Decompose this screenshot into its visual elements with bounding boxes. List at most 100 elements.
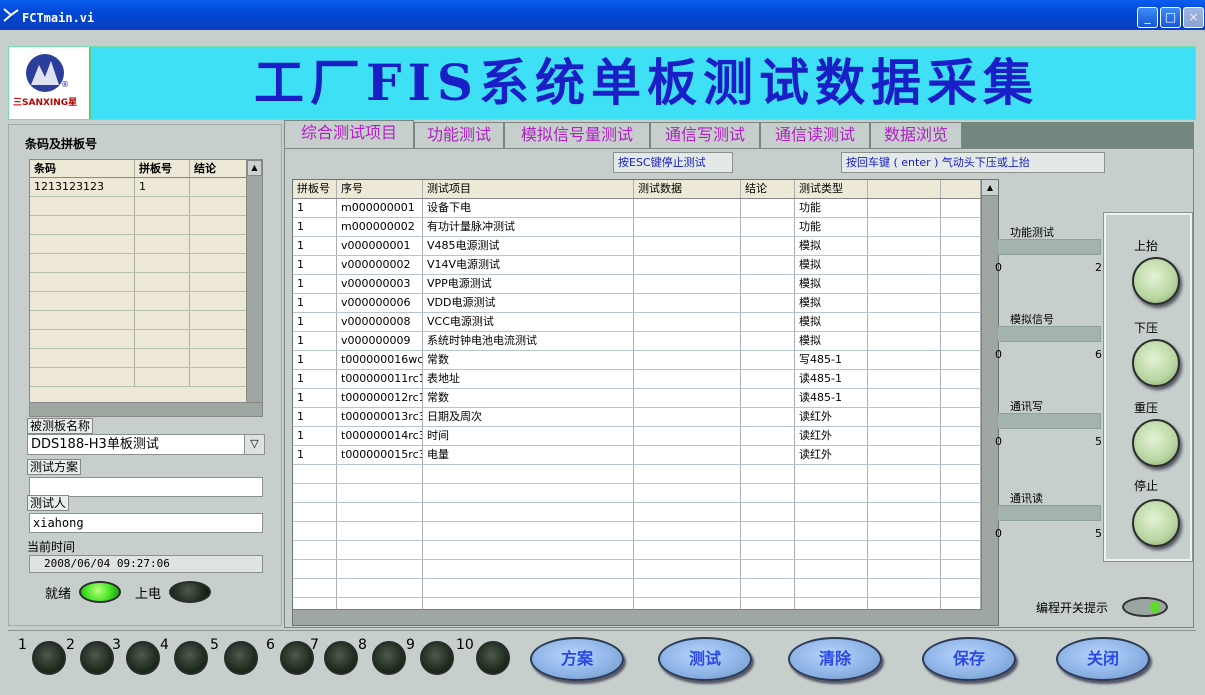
barcode-table[interactable]: 条码 拼板号 结论 1213123123 1 ▲	[29, 159, 263, 404]
table-row[interactable]: 1 t000000014rc3 时间 读红外	[293, 427, 998, 446]
table-row[interactable]	[293, 503, 998, 522]
table-row[interactable]	[30, 292, 262, 311]
table-row[interactable]	[30, 197, 262, 216]
table-cell	[868, 579, 941, 597]
channel-indicator	[476, 641, 510, 675]
save-button[interactable]: 保存	[922, 637, 1016, 681]
lift-button[interactable]	[1132, 257, 1180, 305]
board-name-select[interactable]: DDS188-H3单板测试 ▽	[27, 434, 265, 455]
table-row[interactable]: 1 t000000015rc3 电量 读红外	[293, 446, 998, 465]
minimize-button[interactable]: _	[1137, 7, 1158, 28]
table-row[interactable]	[30, 349, 262, 368]
gauge-function-max: 2	[1095, 261, 1102, 274]
table-row[interactable]	[293, 541, 998, 560]
knob-heavy-press-label: 重压	[1134, 401, 1159, 415]
table-row[interactable]: 1 v000000003 VPP电源测试 模拟	[293, 275, 998, 294]
maximize-button[interactable]: □	[1160, 7, 1181, 28]
gauge-comm-write-max: 5	[1095, 435, 1102, 448]
sanxing-logo-icon: ® 三SANXING星	[13, 54, 77, 108]
channel-number: 2	[66, 637, 75, 653]
table-cell	[741, 237, 795, 255]
table-row[interactable]: 1 v000000009 系统时钟电池电流测试 模拟	[293, 332, 998, 351]
table-cell	[337, 503, 423, 521]
scroll-up-icon[interactable]: ▲	[247, 160, 262, 176]
table-row[interactable]: 1213123123 1	[30, 178, 262, 197]
prog-switch-label: 编程开关提示	[1036, 601, 1109, 615]
table-cell: v000000003	[337, 275, 423, 293]
tester-input[interactable]: xiahong	[29, 513, 263, 533]
table-row[interactable]	[293, 560, 998, 579]
table-cell	[868, 237, 941, 255]
table-cell	[868, 522, 941, 540]
barcode-table-vscroll[interactable]: ▲	[246, 160, 262, 403]
table-row[interactable]: 1 t000000011rc1 表地址 读485-1	[293, 370, 998, 389]
heavy-press-button[interactable]	[1132, 419, 1180, 467]
table-cell	[941, 560, 981, 578]
chevron-down-icon[interactable]: ▽	[244, 435, 264, 454]
channel-number: 7	[310, 637, 319, 653]
table-cell: 1	[293, 275, 337, 293]
scroll-up-icon[interactable]: ▲	[982, 180, 998, 196]
column-header-panel-no: 拼板号	[293, 180, 337, 198]
table-row[interactable]	[293, 522, 998, 541]
table-cell	[634, 313, 741, 331]
table-cell	[634, 256, 741, 274]
svg-text:®: ®	[61, 80, 69, 89]
table-row[interactable]: 1 v000000002 V14V电源测试 模拟	[293, 256, 998, 275]
table-cell	[868, 313, 941, 331]
table-cell	[634, 579, 741, 597]
window-title: FCTmain.vi	[22, 11, 95, 25]
table-cell	[868, 218, 941, 236]
channel-indicator	[280, 641, 314, 675]
test-plan-input[interactable]	[29, 477, 263, 497]
channel-number: 4	[160, 637, 169, 653]
table-row[interactable]	[30, 235, 262, 254]
table-row[interactable]	[30, 330, 262, 349]
tab-function-test[interactable]: 功能测试	[414, 122, 504, 150]
table-row[interactable]: 1 v000000001 V485电源测试 模拟	[293, 237, 998, 256]
table-cell: v000000009	[337, 332, 423, 350]
table-cell	[423, 503, 634, 521]
column-header-result: 结论	[741, 180, 795, 198]
close-window-button[interactable]: ×	[1183, 7, 1204, 28]
tab-integrated-test[interactable]: 综合测试项目	[284, 120, 414, 150]
table-row[interactable]: 1 v000000008 VCC电源测试 模拟	[293, 313, 998, 332]
tab-analog-test[interactable]: 模拟信号量测试	[504, 122, 650, 150]
table-cell	[423, 560, 634, 578]
plan-button[interactable]: 方案	[530, 637, 624, 681]
press-button[interactable]	[1132, 339, 1180, 387]
table-row[interactable]	[293, 484, 998, 503]
table-row[interactable]	[293, 579, 998, 598]
bottom-bar: 1 2 3 4 5 6 7 8 9 10 方案 测试 清除 保存 关闭	[8, 630, 1196, 692]
table-row[interactable]: 1 t000000012rc1 常数 读485-1	[293, 389, 998, 408]
test-items-table[interactable]: 拼板号 序号 测试项目 测试数据 结论 测试类型 1 m000000001 设备下电…	[292, 179, 999, 626]
table-row[interactable]	[30, 216, 262, 235]
stop-button[interactable]	[1132, 499, 1180, 547]
tab-comm-read-test[interactable]: 通信读测试	[760, 122, 870, 150]
clear-button[interactable]: 清除	[788, 637, 882, 681]
tab-comm-write-test[interactable]: 通信写测试	[650, 122, 760, 150]
table-row[interactable]: 1 t000000016wc1 常数 写485-1	[293, 351, 998, 370]
table-row[interactable]	[30, 311, 262, 330]
table-row[interactable]: 1 m000000001 设备下电 功能	[293, 199, 998, 218]
barcode-table-hscroll[interactable]	[29, 402, 263, 417]
table-row[interactable]: 1 t000000013rc3 日期及周次 读红外	[293, 408, 998, 427]
gauge-analog-min: 0	[995, 348, 1002, 361]
table-row[interactable]	[30, 254, 262, 273]
gauge-comm-write-bar	[997, 413, 1101, 429]
table-cell	[868, 275, 941, 293]
table-row[interactable]: 1 v000000006 VDD电源测试 模拟	[293, 294, 998, 313]
table-cell	[868, 465, 941, 483]
table-row[interactable]: 1 m000000002 有功计量脉冲测试 功能	[293, 218, 998, 237]
close-button[interactable]: 关闭	[1056, 637, 1150, 681]
test-table-hscroll[interactable]	[293, 609, 983, 625]
table-row[interactable]	[30, 368, 262, 387]
table-cell	[634, 332, 741, 350]
test-table-vscroll[interactable]: ▲	[981, 180, 998, 625]
table-cell	[293, 541, 337, 559]
table-cell	[741, 408, 795, 426]
tab-data-browse[interactable]: 数据浏览	[870, 122, 962, 150]
test-button[interactable]: 测试	[658, 637, 752, 681]
table-row[interactable]	[30, 273, 262, 292]
table-row[interactable]	[293, 465, 998, 484]
